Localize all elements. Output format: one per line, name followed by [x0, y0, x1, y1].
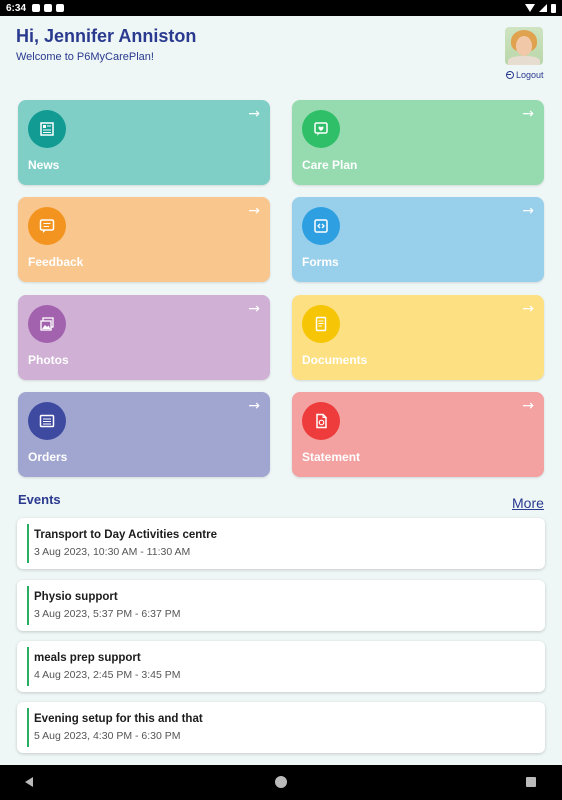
- welcome-text: Welcome to P6MyCarePlan!: [16, 51, 154, 63]
- notification-icon: [44, 4, 53, 12]
- care-plan-icon: [302, 110, 340, 148]
- tile-feedback[interactable]: → Feedback: [18, 197, 270, 282]
- arrow-right-icon: →: [248, 106, 260, 122]
- battery-icon: [551, 3, 556, 13]
- greeting: Hi, Jennifer Anniston: [16, 26, 197, 46]
- back-icon[interactable]: [25, 777, 33, 787]
- logout-label: Logout: [516, 70, 544, 80]
- event-card[interactable]: meals prep support 4 Aug 2023, 2:45 PM -…: [17, 641, 545, 692]
- tile-label: Forms: [302, 255, 339, 269]
- tile-label: News: [28, 158, 60, 172]
- home-icon[interactable]: [275, 776, 287, 788]
- event-title: meals prep support: [34, 652, 141, 664]
- wifi-icon: [525, 4, 535, 12]
- event-card[interactable]: Physio support 3 Aug 2023, 5:37 PM - 6:3…: [17, 580, 545, 631]
- arrow-right-icon: →: [248, 301, 260, 317]
- arrow-right-icon: →: [522, 106, 534, 122]
- signal-icon: [539, 4, 547, 12]
- arrow-right-icon: →: [522, 398, 534, 414]
- recent-apps-icon[interactable]: [526, 777, 536, 787]
- tile-photos[interactable]: → Photos: [18, 295, 270, 380]
- list-icon: [28, 402, 66, 440]
- event-card[interactable]: Evening setup for this and that 5 Aug 20…: [17, 702, 545, 753]
- arrow-right-icon: →: [248, 398, 260, 414]
- code-icon: [302, 207, 340, 245]
- tile-label: Documents: [302, 353, 368, 367]
- tile-label: Feedback: [28, 255, 84, 269]
- tile-statement[interactable]: → Statement: [292, 392, 544, 477]
- event-title: Evening setup for this and that: [34, 713, 203, 725]
- tile-forms[interactable]: → Forms: [292, 197, 544, 282]
- event-time: 3 Aug 2023, 5:37 PM - 6:37 PM: [34, 608, 181, 620]
- tile-documents[interactable]: → Documents: [292, 295, 544, 380]
- tile-orders[interactable]: → Orders: [18, 392, 270, 477]
- event-accent-bar: [27, 586, 29, 625]
- tile-label: Care Plan: [302, 158, 358, 172]
- system-nav-bar: [0, 765, 562, 800]
- tile-label: Orders: [28, 450, 68, 464]
- logout-button[interactable]: Logout: [506, 70, 544, 80]
- tile-news[interactable]: → News: [18, 100, 270, 185]
- chat-icon: [28, 207, 66, 245]
- event-accent-bar: [27, 647, 29, 686]
- event-card[interactable]: Transport to Day Activities centre 3 Aug…: [17, 518, 545, 569]
- header: Hi, Jennifer Anniston Welcome to P6MyCar…: [0, 16, 562, 94]
- arrow-right-icon: →: [522, 301, 534, 317]
- tile-care-plan[interactable]: → Care Plan: [292, 100, 544, 185]
- status-time: 6:34: [6, 2, 27, 14]
- tile-label: Photos: [28, 353, 69, 367]
- event-time: 3 Aug 2023, 10:30 AM - 11:30 AM: [34, 546, 191, 558]
- events-heading: Events: [18, 492, 61, 507]
- event-title: Physio support: [34, 591, 118, 603]
- arrow-right-icon: →: [248, 203, 260, 219]
- status-bar: 6:34: [0, 0, 562, 16]
- event-time: 4 Aug 2023, 2:45 PM - 3:45 PM: [34, 669, 181, 681]
- logout-icon: [506, 71, 514, 79]
- event-time: 5 Aug 2023, 4:30 PM - 6:30 PM: [34, 730, 181, 742]
- document-icon: [302, 305, 340, 343]
- event-title: Transport to Day Activities centre: [34, 529, 217, 541]
- statement-icon: [302, 402, 340, 440]
- event-accent-bar: [27, 524, 29, 563]
- newspaper-icon: [28, 110, 66, 148]
- notification-icon: [56, 4, 65, 12]
- photos-icon: [28, 305, 66, 343]
- event-accent-bar: [27, 708, 29, 747]
- more-link[interactable]: More: [512, 495, 544, 511]
- arrow-right-icon: →: [522, 203, 534, 219]
- avatar[interactable]: [505, 27, 543, 65]
- notification-icon: [32, 4, 41, 12]
- tile-label: Statement: [302, 450, 361, 464]
